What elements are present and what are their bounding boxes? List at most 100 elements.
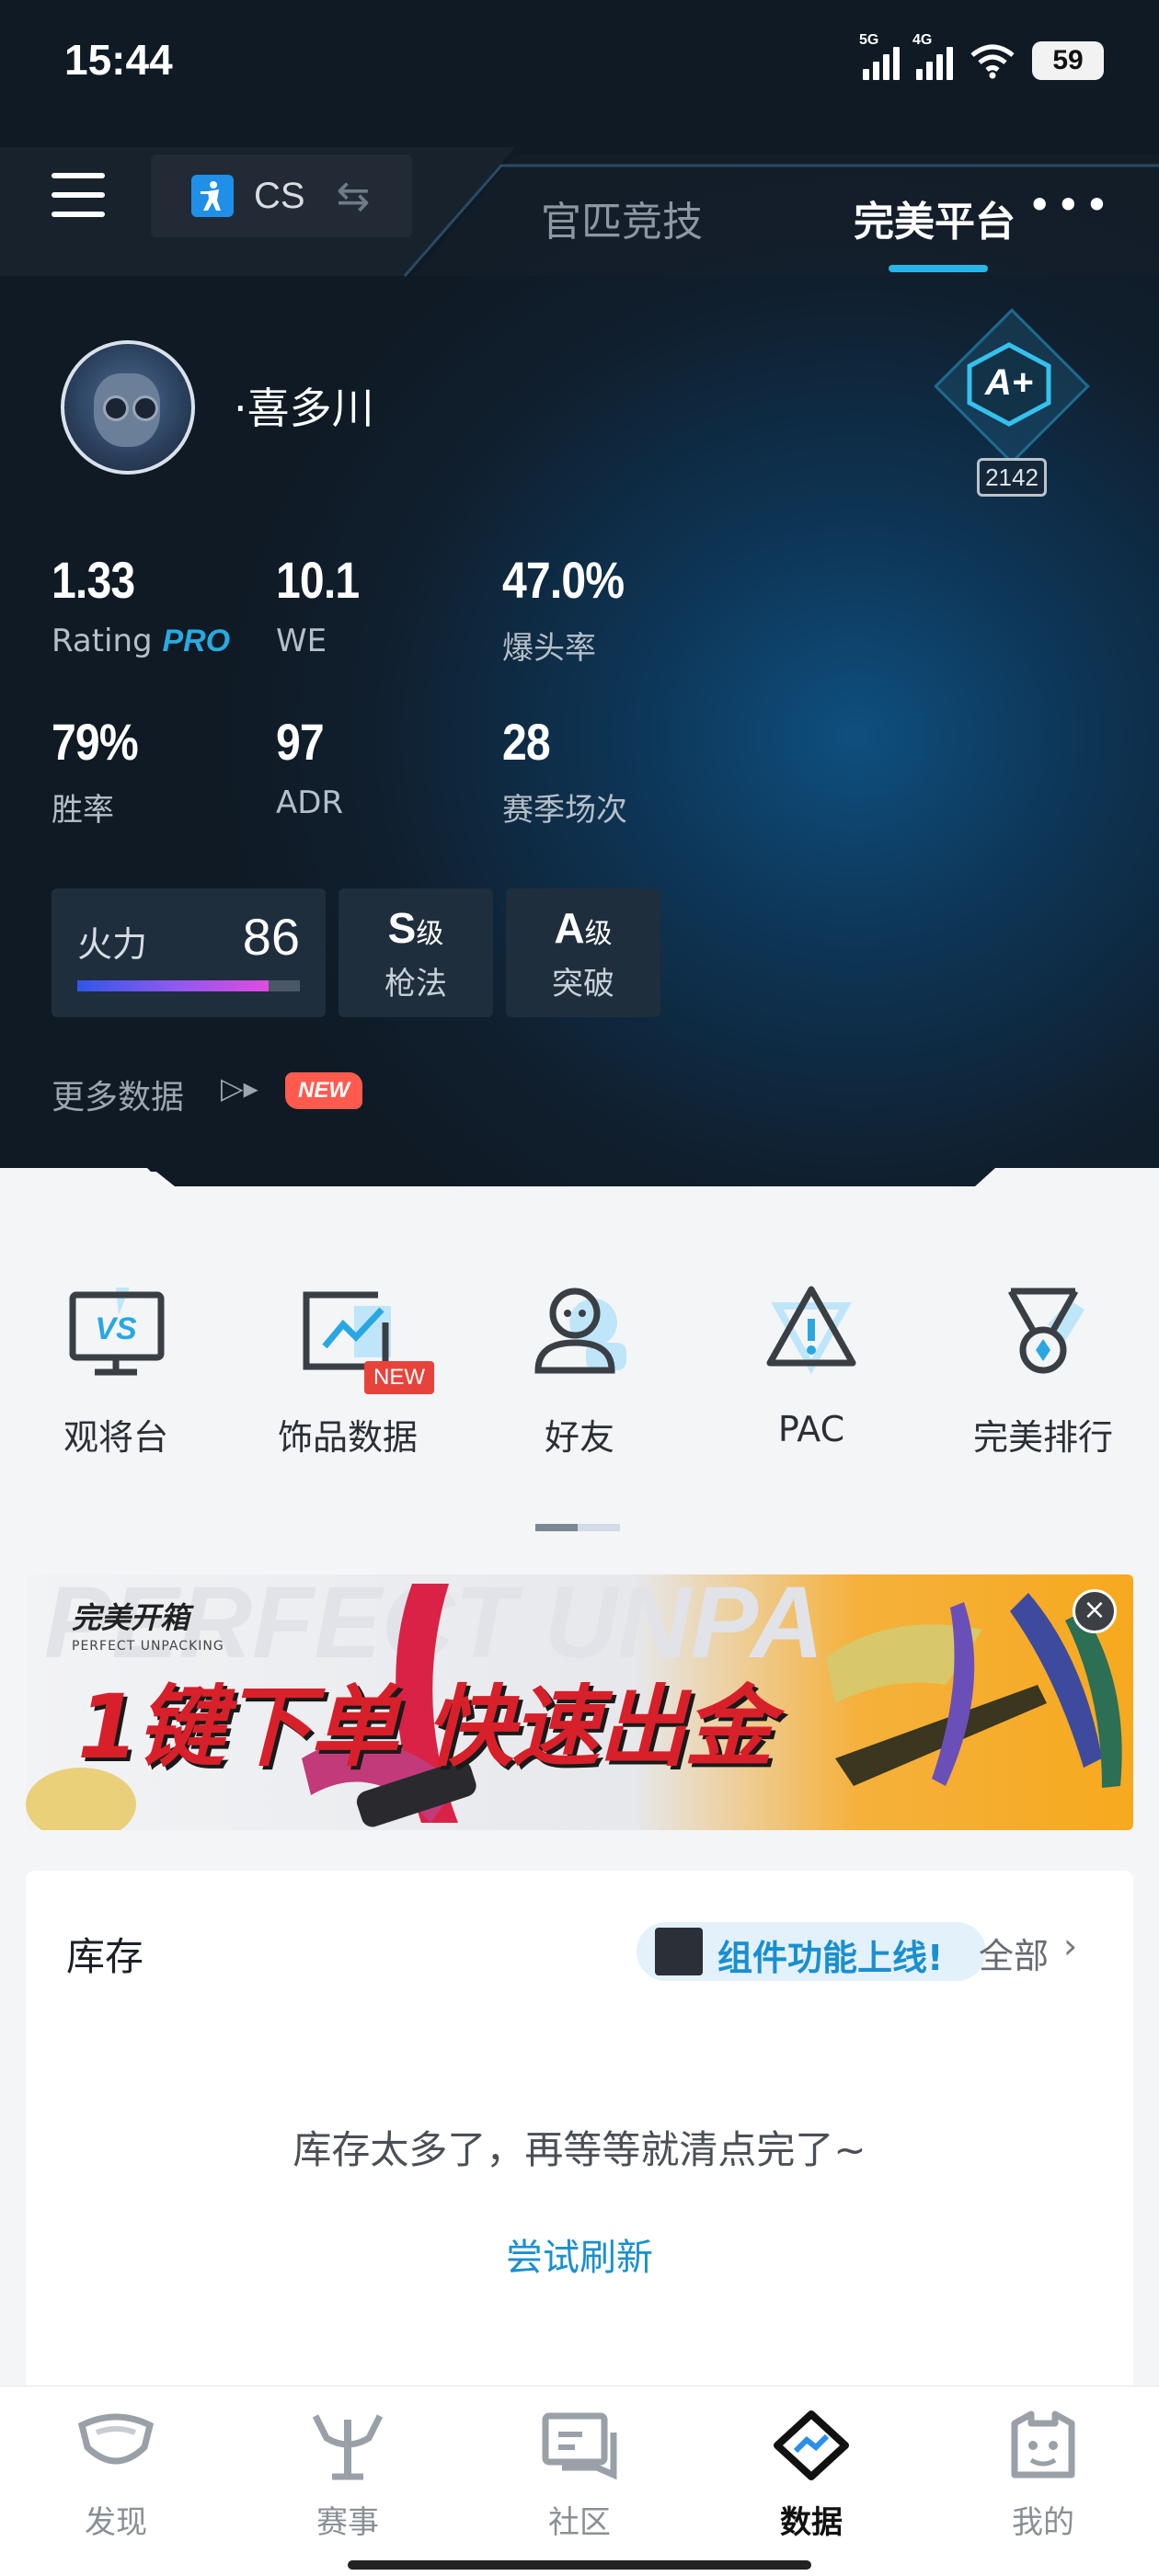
cs-game-icon bbox=[191, 175, 234, 217]
tab-perfect-platform[interactable]: 完美平台 bbox=[854, 189, 1016, 247]
rank-label: A+ bbox=[984, 362, 1034, 403]
pro-tag: PRO bbox=[162, 624, 231, 658]
grade-suffix: 级 bbox=[416, 918, 444, 950]
more-data-link[interactable]: 更多数据 bbox=[52, 1070, 184, 1118]
chevron-right-icon[interactable]: › bbox=[1063, 1926, 1077, 1966]
quick-action-label: 好友 bbox=[544, 1417, 614, 1458]
stat-winrate: 79% 胜率 bbox=[52, 712, 152, 830]
nav-label: 发现 bbox=[85, 2504, 147, 2541]
quick-action-ranking[interactable]: 完美排行 bbox=[933, 1278, 1153, 1460]
tab-official-match[interactable]: 官匹竞技 bbox=[541, 189, 703, 247]
svg-text:VS: VS bbox=[95, 1311, 137, 1346]
grade-letter: A bbox=[554, 904, 585, 952]
profile-icon bbox=[1011, 2410, 1075, 2479]
rank-score: 2142 bbox=[977, 458, 1047, 497]
swap-icon: ⇆ bbox=[336, 172, 371, 220]
stat-label: 胜率 bbox=[52, 792, 114, 829]
friend-icon bbox=[534, 1288, 626, 1374]
status-bar: 15:44 5G 4G 59 bbox=[0, 0, 1159, 129]
page-indicator bbox=[535, 1517, 624, 1531]
wifi-icon bbox=[970, 44, 1015, 79]
rank-badge[interactable]: A+ 2142 bbox=[922, 308, 1096, 506]
banner-headline: 1键下单 快速出金 bbox=[77, 1676, 773, 1779]
firepower-bar-fill bbox=[77, 980, 270, 991]
grade-suffix: 级 bbox=[584, 918, 613, 950]
username: ·喜多川 bbox=[234, 384, 374, 433]
grade-card-entry[interactable]: A级 突破 bbox=[506, 888, 660, 1017]
medal-icon bbox=[1007, 1288, 1084, 1374]
sim2-label: 4G bbox=[912, 32, 933, 48]
banner-logo-text: 完美开箱 bbox=[72, 1600, 190, 1635]
nav-label: 我的 bbox=[1012, 2504, 1074, 2541]
nav-events[interactable]: 赛事 bbox=[256, 2410, 440, 2542]
stat-label: Rating bbox=[52, 623, 153, 659]
widget-feature-pill[interactable]: 组件功能上线! bbox=[637, 1922, 986, 1981]
stat-we: 10.1 WE bbox=[276, 550, 373, 659]
stat-label: 爆头率 bbox=[502, 630, 596, 667]
double-chevron-icon[interactable]: ▷▸ bbox=[221, 1070, 258, 1105]
promo-banner[interactable]: PERFECT UNPA 完美开箱 PERFECT UNPACKING 1键下单… bbox=[26, 1574, 1133, 1830]
inventory-title: 库存 bbox=[66, 1934, 144, 1979]
stat-adr: 97 ADR bbox=[276, 712, 343, 821]
status-time: 15:44 bbox=[64, 36, 173, 84]
stat-value: 97 bbox=[276, 713, 325, 771]
banner-logo: 完美开箱 PERFECT UNPACKING bbox=[72, 1595, 224, 1654]
nav-label: 社区 bbox=[548, 2504, 611, 2541]
game-name: CS bbox=[254, 175, 305, 216]
discover-icon bbox=[77, 2413, 155, 2465]
inventory-card: 库存 组件功能上线! 全部 › 库存太多了，再等等就清点完了~ 尝试刷新 bbox=[26, 1871, 1133, 2386]
stat-rating: 1.33 Rating PRO bbox=[52, 550, 230, 659]
grade-card-aim[interactable]: S级 枪法 bbox=[339, 888, 493, 1017]
menu-icon[interactable] bbox=[52, 173, 105, 217]
stat-season-matches: 28 赛季场次 bbox=[502, 712, 627, 830]
quick-action-label: 观将台 bbox=[63, 1417, 168, 1458]
quick-action-label: 饰品数据 bbox=[277, 1417, 418, 1458]
battery-icon: 59 bbox=[1032, 41, 1104, 80]
stat-label: 赛季场次 bbox=[502, 792, 627, 829]
view-all-link[interactable]: 全部 bbox=[979, 1928, 1049, 1978]
quick-action-pac[interactable]: PAC bbox=[701, 1278, 922, 1449]
game-switcher[interactable]: CS ⇆ bbox=[151, 155, 412, 237]
grade-label: 突破 bbox=[552, 966, 614, 1002]
warning-triangle-icon bbox=[766, 1286, 856, 1375]
stat-label: ADR bbox=[276, 784, 344, 821]
new-badge: NEW bbox=[285, 1072, 362, 1109]
firepower-value: 86 bbox=[242, 908, 300, 966]
trophy-icon bbox=[312, 2414, 384, 2480]
widget-feature-text: 组件功能上线! bbox=[717, 1938, 944, 1978]
cellular-signal-icon: 4G bbox=[912, 32, 953, 80]
sim1-label: 5G bbox=[859, 32, 879, 48]
home-indicator[interactable] bbox=[348, 2560, 811, 2570]
nav-discover[interactable]: 发现 bbox=[24, 2410, 208, 2542]
grade-letter: S bbox=[387, 904, 417, 952]
stat-label: WE bbox=[276, 623, 327, 659]
widget-icon bbox=[655, 1928, 703, 1975]
new-badge: NEW bbox=[364, 1361, 434, 1394]
firepower-bar bbox=[77, 980, 300, 991]
community-icon bbox=[542, 2412, 617, 2480]
nav-label: 数据 bbox=[780, 2504, 843, 2541]
firepower-card[interactable]: 火力 86 bbox=[52, 888, 326, 1017]
vs-monitor-icon: VS bbox=[69, 1288, 165, 1376]
quick-action-skins[interactable]: NEW 饰品数据 bbox=[237, 1278, 458, 1460]
firepower-label: 火力 bbox=[77, 924, 148, 965]
close-icon[interactable]: × bbox=[1073, 1589, 1117, 1633]
quick-action-label: PAC bbox=[777, 1409, 845, 1449]
stat-value: 47.0% bbox=[502, 551, 625, 609]
inventory-empty-message: 库存太多了，再等等就清点完了~ bbox=[293, 2127, 866, 2172]
stat-value: 79% bbox=[52, 713, 139, 771]
stat-headshot: 47.0% 爆头率 bbox=[502, 550, 644, 668]
cellular-signal-icon: 5G bbox=[859, 32, 900, 80]
nav-community[interactable]: 社区 bbox=[488, 2410, 671, 2542]
avatar[interactable] bbox=[61, 340, 195, 475]
nav-profile[interactable]: 我的 bbox=[951, 2410, 1135, 2542]
banner-logo-subtext: PERFECT UNPACKING bbox=[72, 1639, 224, 1654]
nav-data[interactable]: 数据 bbox=[719, 2410, 903, 2542]
more-options-icon[interactable]: ••• bbox=[1027, 180, 1113, 230]
quick-action-spectate[interactable]: VS 观将台 bbox=[6, 1278, 226, 1460]
stat-value: 1.33 bbox=[52, 551, 135, 609]
profile-header: 15:44 5G 4G 59 CS ⇆ 官匹竞技 完美平台 ••• ·喜多川 A… bbox=[0, 0, 1159, 1186]
stat-value: 28 bbox=[502, 713, 551, 771]
quick-action-friends[interactable]: 好友 bbox=[469, 1278, 690, 1460]
refresh-link[interactable]: 尝试刷新 bbox=[26, 2227, 1133, 2281]
